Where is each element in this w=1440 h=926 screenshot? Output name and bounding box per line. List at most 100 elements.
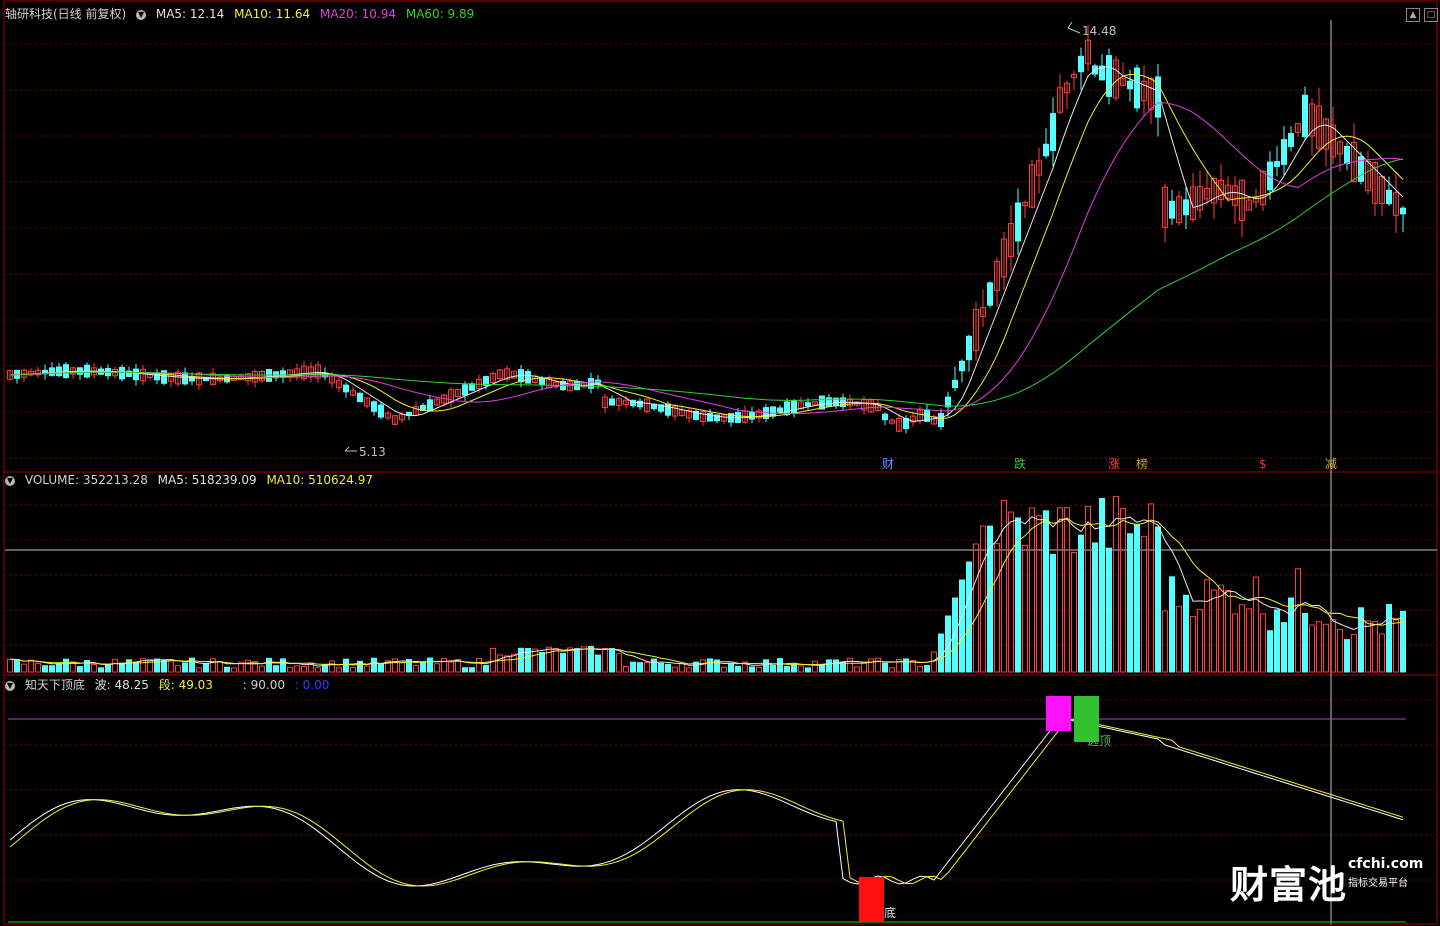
volume-bar [1141, 535, 1147, 673]
volume-bar [1337, 628, 1343, 673]
high-price-arrow [1067, 21, 1081, 34]
candle-body [777, 407, 783, 413]
candle-body [938, 412, 944, 428]
volume-bar [14, 659, 20, 673]
volume-bar [469, 667, 475, 673]
volume-bar [672, 666, 678, 673]
indicator-level-bottom: : 0.00 [294, 678, 330, 692]
volume-bar [154, 658, 160, 673]
volume-bar [1400, 610, 1406, 673]
volume-bar [441, 657, 447, 673]
volume-bar [1295, 568, 1301, 673]
candle-body [784, 401, 790, 416]
volume-bar [1148, 503, 1154, 673]
volume-bar [1253, 576, 1259, 673]
bottom-signal-block [859, 877, 884, 922]
volume-bar [231, 667, 237, 673]
volume-bar [630, 661, 636, 673]
signal-label: 跌 [1014, 457, 1027, 471]
volume-bar [1134, 523, 1140, 673]
signal-label: 涨 [1108, 457, 1121, 471]
volume-bar [560, 652, 566, 673]
chart-canvas[interactable] [0, 0, 1440, 926]
volume-bar [203, 662, 209, 673]
volume-bar [462, 667, 468, 673]
candle-body [987, 282, 993, 306]
volume-bar [1043, 510, 1049, 673]
indicator-level-top: : 90.00 [242, 678, 285, 692]
ma60-line [9, 158, 1404, 407]
watermark-slogan: 指标交易平台 [1348, 878, 1408, 889]
volume-bar [1267, 630, 1273, 673]
settings-circle-icon[interactable]: ▼ [136, 9, 147, 20]
candle-body [1043, 143, 1049, 157]
candle-body [1274, 161, 1280, 167]
segment-line [9, 718, 1404, 887]
volume-bar [1071, 551, 1077, 673]
volume-bar [707, 658, 713, 673]
volume-bar [483, 665, 489, 673]
volume-bar [679, 663, 685, 673]
volume-bar [616, 653, 622, 673]
volume-bar [476, 658, 482, 673]
volume-bar [1281, 622, 1287, 673]
volume-bar [1190, 616, 1196, 673]
volume-bar [280, 658, 286, 673]
candle-body [378, 404, 384, 418]
volume-bar [245, 659, 251, 673]
volume-bar [105, 664, 111, 673]
candle-body [637, 400, 643, 408]
ma5-line [9, 66, 1404, 422]
volume-bar [777, 658, 783, 673]
volume-bar [749, 666, 755, 673]
volume-settings-icon[interactable]: ▼ [5, 475, 15, 486]
ma10-readout: MA10: 11.64 [234, 7, 311, 21]
volume-bar [378, 663, 384, 673]
volume-bar [1057, 507, 1063, 673]
volume-bar [1050, 553, 1056, 673]
volume-bar [665, 663, 671, 673]
volume-bar [133, 661, 139, 673]
volume-bar [735, 665, 741, 673]
volume-bar [875, 657, 881, 673]
volume-bar [91, 664, 97, 673]
volume-bar [966, 561, 972, 673]
volume-bar [539, 651, 545, 673]
volume-bar [301, 665, 307, 673]
volume-bar [420, 661, 426, 673]
volume-bar [1239, 604, 1245, 673]
volume-bar [763, 659, 769, 673]
candle-body [119, 366, 125, 380]
candle-body [882, 413, 888, 421]
indicator-settings-icon[interactable]: ▼ [5, 680, 15, 691]
indicator-wave: 波: 48.25 [94, 678, 149, 692]
volume-ma10-readout: MA10: 510624.97 [266, 473, 374, 487]
candle-body [819, 395, 825, 410]
candle-body [952, 379, 958, 389]
volume-bar [63, 658, 69, 673]
collapse-icon[interactable]: ▲ [1406, 8, 1420, 22]
volume-bar [1078, 534, 1084, 673]
volume-bar [581, 646, 587, 673]
candle-body [462, 384, 468, 396]
volume-bar [637, 662, 643, 673]
volume-bar [364, 665, 370, 673]
volume-bar [903, 658, 909, 673]
volume-bar [868, 658, 874, 673]
volume-bar [973, 543, 979, 673]
volume-bar [343, 658, 349, 673]
main-pane-title: 轴研科技(日线 前复权) [5, 7, 127, 21]
volume-bar [917, 666, 923, 673]
volume-bar [224, 666, 230, 673]
candle-body [427, 399, 433, 411]
candle-body [539, 377, 545, 385]
close-pane-icon[interactable]: □ [1424, 8, 1438, 22]
candle-body [133, 368, 139, 381]
volume-bar [42, 665, 48, 673]
volume-bar [791, 664, 797, 673]
volume-bar [826, 659, 832, 673]
volume-bar [28, 659, 34, 673]
volume-bar [1309, 624, 1315, 673]
volume-bar [1323, 623, 1329, 673]
volume-bar [98, 667, 104, 673]
